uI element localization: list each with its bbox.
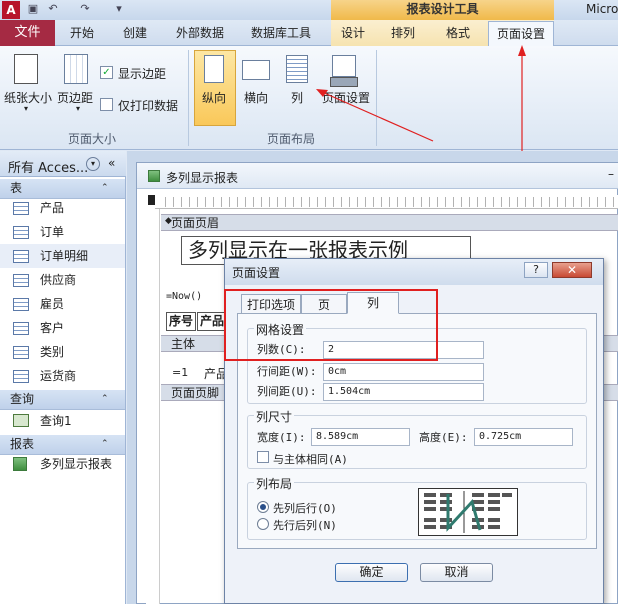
report-icon bbox=[148, 170, 160, 182]
column-layout-preview-icon bbox=[418, 488, 518, 536]
width-input[interactable]: 8.589cm bbox=[311, 428, 410, 446]
now-textbox[interactable]: =Now() bbox=[166, 291, 202, 302]
across-then-down-label: 先行后列(N) bbox=[273, 519, 337, 532]
across-then-down-radio[interactable] bbox=[257, 518, 269, 530]
seq-header-label[interactable]: 序号 bbox=[166, 312, 196, 331]
same-as-detail-checkbox[interactable] bbox=[257, 451, 269, 463]
table-icon bbox=[13, 202, 29, 215]
table-icon bbox=[13, 250, 29, 263]
query-icon bbox=[13, 414, 29, 427]
ok-button[interactable]: 确定 bbox=[335, 563, 408, 582]
height-input[interactable]: 0.725cm bbox=[474, 428, 573, 446]
nav-section-label: 查询 bbox=[10, 392, 35, 406]
column-spacing-label: 列间距(U): bbox=[257, 385, 317, 398]
band-arrow-icon: ◆ bbox=[165, 216, 172, 226]
dialog-title: 页面设置 bbox=[232, 266, 281, 280]
product-header-label[interactable]: 产品 bbox=[197, 312, 227, 331]
table-icon bbox=[13, 274, 29, 287]
cancel-button[interactable]: 取消 bbox=[420, 563, 493, 582]
tab-columns[interactable]: 列 bbox=[347, 292, 399, 314]
down-then-across-radio[interactable] bbox=[257, 501, 269, 513]
table-icon bbox=[13, 346, 29, 359]
column-layout-legend: 列布局 bbox=[254, 475, 295, 492]
close-button[interactable]: ✕ bbox=[552, 262, 592, 278]
table-icon bbox=[13, 298, 29, 311]
same-as-detail-label: 与主体相同(A) bbox=[273, 453, 348, 466]
nav-filter-dropdown-icon[interactable]: ▾ bbox=[86, 157, 100, 171]
column-spacing-input[interactable]: 1.504cm bbox=[323, 383, 484, 401]
table-icon bbox=[13, 322, 29, 335]
page-header-band[interactable]: 页面页眉 bbox=[161, 214, 618, 231]
column-size-legend: 列尺寸 bbox=[254, 408, 295, 425]
nav-header-title[interactable]: 所有 Acces... bbox=[8, 157, 88, 176]
down-then-across-label: 先列后行(O) bbox=[273, 502, 337, 515]
seq-textbox[interactable]: =1 bbox=[172, 366, 188, 379]
height-label: 高度(E): bbox=[419, 431, 468, 444]
minimize-icon[interactable]: – bbox=[608, 167, 614, 181]
table-icon bbox=[13, 370, 29, 383]
help-button[interactable]: ? bbox=[524, 262, 548, 278]
vertical-ruler bbox=[146, 209, 160, 604]
report-icon bbox=[13, 457, 27, 471]
nav-section-label: 报表 bbox=[10, 437, 35, 451]
ruler-ticks bbox=[158, 197, 616, 207]
annotation-highlight-box bbox=[224, 289, 438, 361]
collapse-pane-icon[interactable]: « bbox=[108, 156, 115, 170]
nav-section-label: 表 bbox=[10, 181, 23, 195]
report-tab-title: 多列显示报表 bbox=[166, 171, 239, 185]
table-icon bbox=[13, 226, 29, 239]
row-spacing-label: 行间距(W): bbox=[257, 365, 317, 378]
width-label: 宽度(I): bbox=[257, 431, 306, 444]
row-spacing-input[interactable]: 0cm bbox=[323, 363, 484, 381]
